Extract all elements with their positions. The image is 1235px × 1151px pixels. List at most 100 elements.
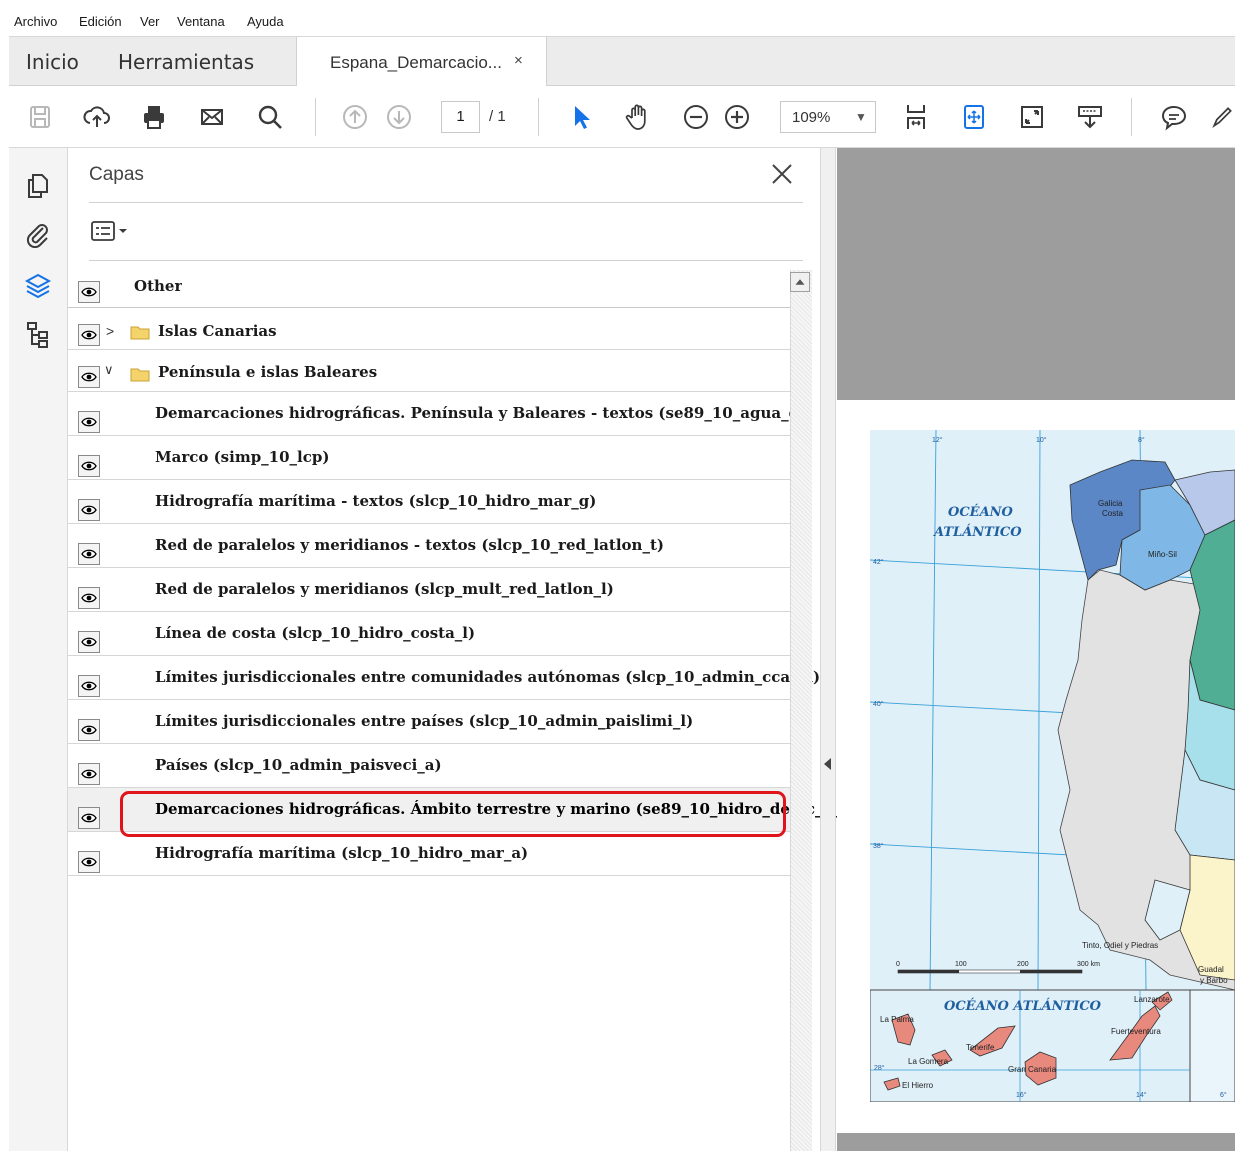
layer-label: Península e islas Baleares: [158, 363, 378, 381]
eye-icon[interactable]: [78, 455, 100, 477]
tab-inicio[interactable]: Inicio: [26, 50, 79, 74]
map-label: 14°: [1136, 1091, 1147, 1099]
tags-tree-icon[interactable]: [22, 318, 54, 350]
collapse-arrow-icon[interactable]: [824, 758, 831, 770]
layer-row[interactable]: Hidrografía marítima (slcp_10_hidro_mar_…: [68, 832, 790, 876]
layer-row[interactable]: Límites jurisdiccionales entre comunidad…: [68, 656, 820, 700]
map-label: 40°: [873, 700, 884, 708]
map-label: Costa: [1102, 509, 1123, 518]
close-icon[interactable]: [768, 160, 796, 188]
chevron-right-icon[interactable]: >: [106, 323, 114, 339]
eye-icon[interactable]: [78, 411, 100, 433]
pen-icon[interactable]: [1209, 100, 1235, 134]
chevron-down-icon: ▼: [855, 110, 867, 124]
layer-row[interactable]: Línea de costa (slcp_10_hidro_costa_l): [68, 612, 790, 656]
previous-page-icon[interactable]: [338, 100, 372, 134]
map-label: OCÉANO ATLÁNTICO: [944, 998, 1102, 1014]
eye-icon[interactable]: [78, 366, 100, 388]
menu-edicion[interactable]: Edición: [79, 14, 122, 29]
pdf-page: OCÉANO ATLÁNTICO 12° 10° 8° 42° 40° 38° …: [837, 400, 1235, 1133]
map-label: Lanzarote: [1134, 995, 1170, 1004]
selection-highlight: [120, 791, 786, 837]
zoom-in-icon[interactable]: [720, 100, 754, 134]
tab-document-title: Espana_Demarcacio...: [330, 53, 502, 72]
hand-tool-icon[interactable]: [621, 100, 655, 134]
tab-herramientas[interactable]: Herramientas: [118, 50, 254, 74]
map-label: OCÉANO: [948, 504, 1014, 520]
layer-options-button[interactable]: [90, 218, 132, 246]
eye-icon[interactable]: [78, 719, 100, 741]
layer-row[interactable]: Hidrografía marítima - textos (slcp_10_h…: [68, 480, 790, 524]
layers-icon[interactable]: [22, 270, 54, 302]
layer-row[interactable]: Demarcaciones hidrográficas. Península y…: [68, 392, 790, 436]
attachment-icon[interactable]: [22, 218, 54, 250]
folder-icon: [130, 326, 150, 340]
menu-ver[interactable]: Ver: [140, 14, 160, 29]
layer-row[interactable]: Marco (simp_10_lcp): [68, 436, 790, 480]
map-label: 42°: [873, 558, 884, 566]
map-label: y Barbo: [1200, 976, 1228, 985]
map-label: La Palma: [880, 1015, 914, 1024]
eye-icon[interactable]: [78, 631, 100, 653]
layer-row[interactable]: Red de paralelos y meridianos (slcp_mult…: [68, 568, 790, 612]
panel-title: Capas: [89, 164, 144, 185]
menu-archivo[interactable]: Archivo: [14, 14, 57, 29]
next-page-icon[interactable]: [382, 100, 416, 134]
layer-label: Países (slcp_10_admin_paisveci_a): [155, 756, 442, 774]
eye-icon[interactable]: [78, 851, 100, 873]
map-label: 16°: [1016, 1091, 1027, 1099]
map-label: Tenerife: [966, 1043, 995, 1052]
map-label: Gran Canaria: [1008, 1065, 1057, 1074]
document-view[interactable]: OCÉANO ATLÁNTICO 12° 10° 8° 42° 40° 38° …: [837, 148, 1235, 1151]
close-tab-icon[interactable]: ×: [514, 52, 523, 69]
chevron-down-icon[interactable]: ∨: [104, 362, 114, 378]
full-screen-icon[interactable]: [1015, 100, 1049, 134]
eye-icon[interactable]: [78, 587, 100, 609]
eye-icon[interactable]: [78, 807, 100, 829]
layer-group-islas-canarias[interactable]: > Islas Canarias: [68, 308, 790, 350]
menu-ayuda[interactable]: Ayuda: [247, 14, 284, 29]
layer-row-root[interactable]: Other: [68, 264, 790, 308]
map-label: 38°: [873, 842, 884, 850]
fit-page-width-icon[interactable]: [899, 100, 933, 134]
comment-icon[interactable]: [1157, 100, 1191, 134]
layer-label: Other: [134, 277, 183, 295]
eye-icon[interactable]: [78, 543, 100, 565]
search-icon[interactable]: [253, 100, 287, 134]
panel-splitter[interactable]: [820, 148, 836, 1151]
print-icon[interactable]: [137, 100, 171, 134]
eye-icon[interactable]: [78, 281, 100, 303]
eye-icon[interactable]: [78, 499, 100, 521]
menu-ventana[interactable]: Ventana: [177, 14, 225, 29]
fit-page-icon[interactable]: [957, 100, 991, 134]
select-pointer-icon[interactable]: [564, 100, 598, 134]
eye-icon[interactable]: [78, 763, 100, 785]
layer-label: Demarcaciones hidrográficas. Península y…: [155, 404, 790, 422]
eye-icon[interactable]: [78, 324, 100, 346]
map-label: Galicia: [1098, 499, 1123, 508]
eye-icon[interactable]: [78, 675, 100, 697]
map-label: 10°: [1036, 436, 1047, 444]
pages-thumbnails-icon[interactable]: [22, 170, 54, 202]
scrollbar[interactable]: [790, 270, 812, 1151]
map-label: 100: [955, 961, 967, 968]
save-icon[interactable]: [23, 100, 57, 134]
zoom-out-icon[interactable]: [679, 100, 713, 134]
layer-row[interactable]: Países (slcp_10_admin_paisveci_a): [68, 744, 790, 788]
layer-label: Red de paralelos y meridianos (slcp_mult…: [155, 580, 614, 598]
map-label: 12°: [932, 436, 943, 444]
tab-document[interactable]: Espana_Demarcacio... ×: [296, 37, 547, 86]
layer-row[interactable]: Red de paralelos y meridianos - textos (…: [68, 524, 790, 568]
layer-group-peninsula[interactable]: ∨ Península e islas Baleares: [68, 350, 790, 392]
zoom-level-select[interactable]: 109% ▼: [780, 101, 876, 133]
layer-row[interactable]: Límites jurisdiccionales entre países (s…: [68, 700, 790, 744]
zoom-level-value: 109%: [792, 109, 831, 126]
email-icon[interactable]: [195, 100, 229, 134]
scroll-up-icon[interactable]: [790, 272, 810, 292]
tab-bar: Inicio Herramientas Espana_Demarcacio...…: [9, 36, 1235, 86]
page-total: / 1: [489, 108, 506, 125]
read-mode-icon[interactable]: [1073, 100, 1107, 134]
map-label: El Hierro: [902, 1081, 934, 1090]
page-number-input[interactable]: 1: [441, 101, 480, 133]
upload-cloud-icon[interactable]: [80, 100, 114, 134]
